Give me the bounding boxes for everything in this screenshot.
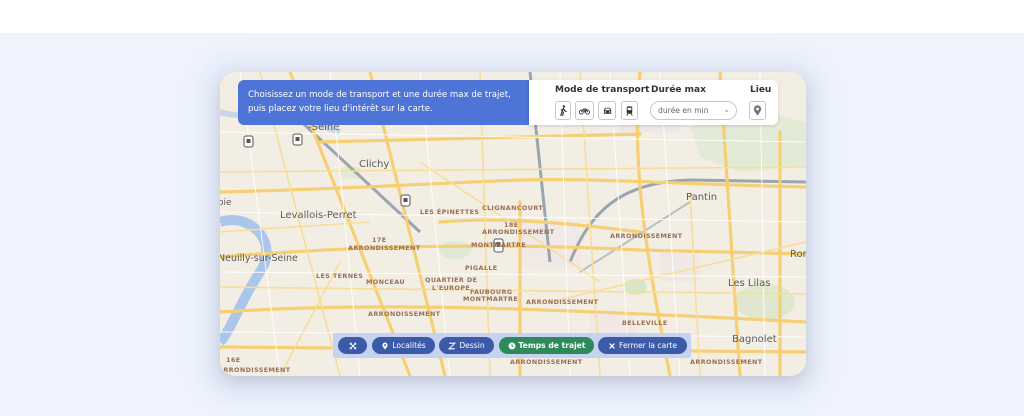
district-label: BELLEVILLE [622, 319, 668, 327]
travel-time-button[interactable]: Temps de trajet [499, 337, 594, 354]
mode-title: Mode de transport [555, 85, 650, 95]
district-label: ARRONDISSEMENT [690, 358, 763, 366]
expand-button[interactable] [338, 337, 367, 354]
transit-marker [292, 133, 303, 146]
place-location-button[interactable] [749, 101, 766, 120]
district-label: MONTMARTRE [471, 241, 526, 249]
district-label: PIGALLE [465, 264, 498, 272]
lieu-title: Lieu [750, 85, 772, 95]
map-toolbar: Localités Dessin Temps de trajet Fermer … [333, 333, 691, 358]
close-map-button[interactable]: Fermer la carte [598, 337, 687, 354]
dessin-label: Dessin [459, 341, 485, 350]
expand-icon [349, 342, 356, 349]
chevron-down-icon: ⌄ [723, 105, 730, 114]
walk-mode-button[interactable] [555, 101, 571, 120]
car-mode-button[interactable] [598, 101, 616, 120]
dessin-button[interactable]: Dessin [439, 337, 494, 354]
district-label: 17E [372, 236, 386, 244]
travel-time-label: Temps de trajet [518, 341, 586, 350]
car-icon [603, 107, 611, 114]
draw-icon [448, 342, 457, 349]
district-label: 16E [226, 356, 240, 364]
district-label: ARRONDISSEMENT [348, 244, 421, 252]
duration-title: Durée max [651, 85, 706, 95]
district-label: LES TERNES [316, 272, 363, 280]
district-label: LES ÉPINETTES [420, 207, 479, 216]
clock-icon [508, 342, 515, 349]
district-label: MONCEAU [366, 278, 405, 286]
district-label: ARRONDISSEMENT [510, 358, 583, 366]
place-label: Pantin [686, 192, 717, 203]
controls-panel: Mode de transport Durée max Lieu durée e… [529, 80, 778, 125]
map-pin-icon [382, 341, 388, 350]
place-label: Rom [790, 249, 806, 260]
transit-icon [626, 106, 633, 116]
place-label: Clichy [359, 159, 389, 170]
bike-icon [579, 108, 590, 115]
district-label: QUARTIER DE [425, 276, 477, 284]
page-header-band [0, 0, 1024, 33]
place-label: Levallois-Perret [280, 210, 357, 221]
duration-select[interactable]: durée en min ⌄ [650, 101, 737, 120]
place-label: Les Lilas [728, 278, 770, 289]
transit-mode-button[interactable] [621, 101, 638, 120]
district-label: L'EUROPE [432, 284, 470, 292]
district-label: ARRONDISSEMENT [368, 310, 441, 318]
transit-marker [243, 135, 254, 148]
map-pin-icon [753, 105, 762, 116]
place-label: Bagnolet [732, 334, 777, 345]
localites-label: Localités [392, 341, 426, 350]
place-label: Neuilly-sur-Seine [220, 253, 298, 264]
place-label: oie [220, 198, 232, 208]
transit-marker [400, 194, 411, 207]
district-label: ARRONDISSEMENT [610, 232, 683, 240]
close-map-label: Fermer la carte [619, 341, 677, 350]
localites-button[interactable]: Localités [372, 337, 435, 354]
map-card: -Seine Clichy Levallois-Perret Neuilly-s… [220, 72, 806, 376]
instructions-banner: Choisissez un mode de transport et une d… [238, 80, 529, 125]
close-icon [609, 342, 615, 349]
duration-value: durée en min [658, 106, 709, 115]
district-label: MONTMARTRE [463, 295, 518, 303]
district-label: ARRONDISSEMENT [482, 228, 555, 236]
bike-mode-button[interactable] [575, 101, 594, 120]
walk-icon [559, 105, 567, 116]
district-label: ARRONDISSEMENT [220, 366, 291, 374]
district-label: ARRONDISSEMENT [526, 298, 599, 306]
district-label: CLIGNANCOURT [482, 204, 543, 212]
